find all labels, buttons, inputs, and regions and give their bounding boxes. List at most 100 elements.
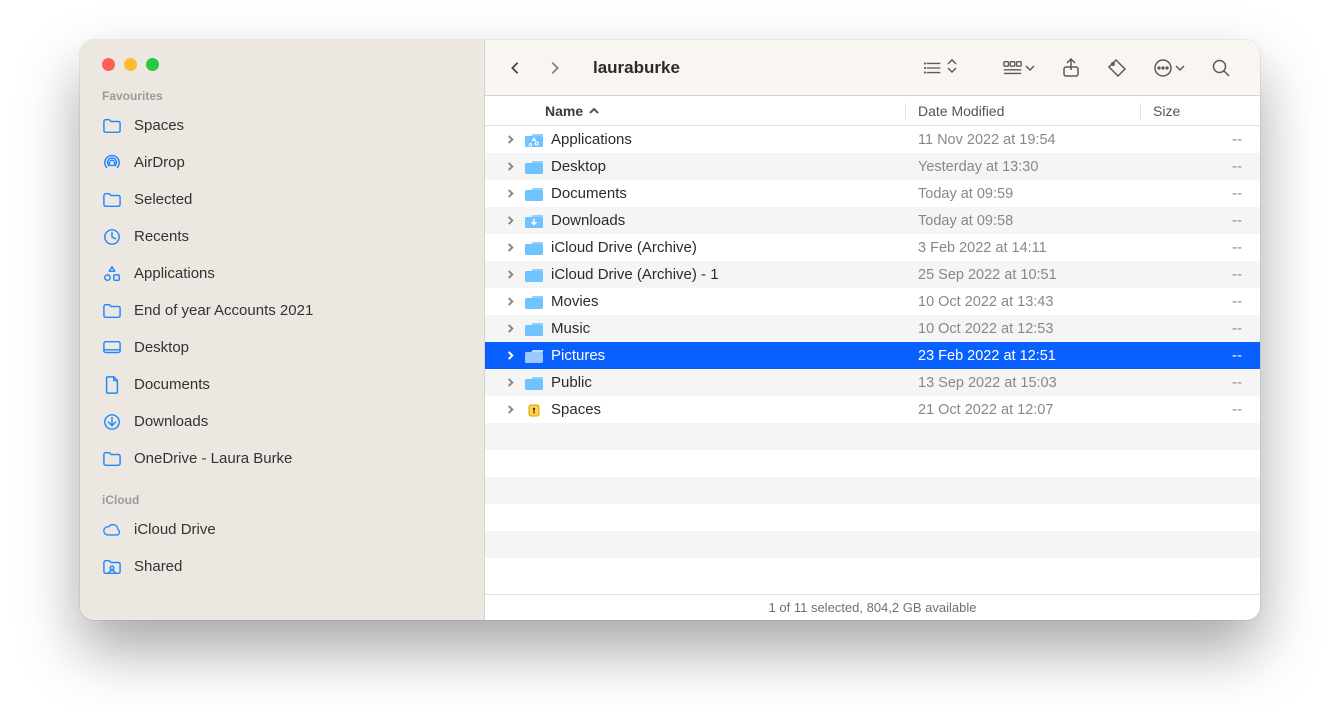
empty-row xyxy=(485,450,1260,477)
share-button[interactable] xyxy=(1052,52,1090,84)
file-date-modified: Today at 09:58 xyxy=(907,213,1142,229)
view-mode-button[interactable] xyxy=(916,52,966,84)
disclosure-triangle-icon[interactable] xyxy=(503,162,517,171)
file-date-modified: 11 Nov 2022 at 19:54 xyxy=(907,132,1142,148)
search-button[interactable] xyxy=(1202,52,1240,84)
column-size-label: Size xyxy=(1153,103,1180,119)
folder-icon xyxy=(102,302,122,320)
sidebar-item-documents[interactable]: Documents xyxy=(90,366,474,403)
main-panel: lauraburke xyxy=(485,40,1260,620)
sidebar-item-onedrive-laura-burke[interactable]: OneDrive - Laura Burke xyxy=(90,440,474,477)
sidebar-item-label: OneDrive - Laura Burke xyxy=(134,450,292,467)
folder-icon xyxy=(521,402,547,418)
folder-icon xyxy=(102,450,122,468)
file-row[interactable]: DocumentsToday at 09:59-- xyxy=(485,180,1260,207)
empty-row xyxy=(485,558,1260,585)
file-row[interactable]: Music10 Oct 2022 at 12:53-- xyxy=(485,315,1260,342)
column-header: Name Date Modified Size xyxy=(485,96,1260,126)
file-row[interactable]: Spaces21 Oct 2022 at 12:07-- xyxy=(485,396,1260,423)
sidebar-item-spaces[interactable]: Spaces xyxy=(90,107,474,144)
empty-row xyxy=(485,423,1260,450)
file-size: -- xyxy=(1142,320,1260,337)
tags-button[interactable] xyxy=(1098,52,1136,84)
sidebar-item-downloads[interactable]: Downloads xyxy=(90,403,474,440)
disclosure-triangle-icon[interactable] xyxy=(503,270,517,279)
disclosure-triangle-icon[interactable] xyxy=(503,378,517,387)
empty-row xyxy=(485,477,1260,504)
sidebar-item-label: iCloud Drive xyxy=(134,521,216,538)
column-name[interactable]: Name xyxy=(545,103,905,119)
sidebar-item-applications[interactable]: Applications xyxy=(90,255,474,292)
sidebar-item-label: Recents xyxy=(134,228,189,245)
folder-icon xyxy=(521,348,547,364)
back-button[interactable] xyxy=(499,52,531,84)
window-title: lauraburke xyxy=(593,58,680,78)
file-size: -- xyxy=(1142,212,1260,229)
file-list[interactable]: Applications11 Nov 2022 at 19:54--Deskto… xyxy=(485,126,1260,594)
sidebar-item-label: Spaces xyxy=(134,117,184,134)
sidebar-item-recents[interactable]: Recents xyxy=(90,218,474,255)
file-date-modified: 10 Oct 2022 at 12:53 xyxy=(907,321,1142,337)
sidebar-item-airdrop[interactable]: AirDrop xyxy=(90,144,474,181)
chevron-down-icon xyxy=(1175,60,1185,76)
group-by-button[interactable] xyxy=(994,52,1044,84)
forward-button[interactable] xyxy=(539,52,571,84)
file-date-modified: 10 Oct 2022 at 13:43 xyxy=(907,294,1142,310)
finder-window: Favourites Spaces AirDropSelected Recents Ap… xyxy=(80,40,1260,620)
disclosure-triangle-icon[interactable] xyxy=(503,243,517,252)
sidebar-item-desktop[interactable]: Desktop xyxy=(90,329,474,366)
apps-icon xyxy=(102,265,122,283)
download-icon xyxy=(102,413,122,431)
empty-row xyxy=(485,504,1260,531)
file-row[interactable]: DesktopYesterday at 13:30-- xyxy=(485,153,1260,180)
more-button[interactable] xyxy=(1144,52,1194,84)
empty-row xyxy=(485,531,1260,558)
sidebar-item-icloud-drive[interactable]: iCloud Drive xyxy=(90,511,474,548)
file-date-modified: 25 Sep 2022 at 10:51 xyxy=(907,267,1142,283)
file-date-modified: Yesterday at 13:30 xyxy=(907,159,1142,175)
file-date-modified: 21 Oct 2022 at 12:07 xyxy=(907,402,1142,418)
minimize-window-button[interactable] xyxy=(124,58,137,71)
file-row[interactable]: Public13 Sep 2022 at 15:03-- xyxy=(485,369,1260,396)
close-window-button[interactable] xyxy=(102,58,115,71)
sidebar-item-label: Documents xyxy=(134,376,210,393)
disclosure-triangle-icon[interactable] xyxy=(503,351,517,360)
disclosure-triangle-icon[interactable] xyxy=(503,324,517,333)
disclosure-triangle-icon[interactable] xyxy=(503,297,517,306)
file-date-modified: 3 Feb 2022 at 14:11 xyxy=(907,240,1142,256)
file-row[interactable]: DownloadsToday at 09:58-- xyxy=(485,207,1260,234)
file-size: -- xyxy=(1142,374,1260,391)
file-row[interactable]: Pictures23 Feb 2022 at 12:51-- xyxy=(485,342,1260,369)
file-name: Applications xyxy=(547,131,907,148)
window-controls xyxy=(80,40,484,81)
file-row[interactable]: Movies10 Oct 2022 at 13:43-- xyxy=(485,288,1260,315)
column-date-label: Date Modified xyxy=(918,103,1004,119)
zoom-window-button[interactable] xyxy=(146,58,159,71)
sidebar-section-title: Favourites xyxy=(80,81,484,107)
disclosure-triangle-icon[interactable] xyxy=(503,189,517,198)
file-name: Spaces xyxy=(547,401,907,418)
sidebar-item-selected[interactable]: Selected xyxy=(90,181,474,218)
toolbar: lauraburke xyxy=(485,40,1260,96)
file-date-modified: Today at 09:59 xyxy=(907,186,1142,202)
disclosure-triangle-icon[interactable] xyxy=(503,135,517,144)
disclosure-triangle-icon[interactable] xyxy=(503,405,517,414)
column-size[interactable]: Size xyxy=(1140,103,1260,119)
sidebar-item-shared[interactable]: Shared xyxy=(90,548,474,585)
file-size: -- xyxy=(1142,158,1260,175)
desktop-icon xyxy=(102,339,122,357)
sidebar: Favourites Spaces AirDropSelected Recents Ap… xyxy=(80,40,485,620)
file-row[interactable]: iCloud Drive (Archive)3 Feb 2022 at 14:1… xyxy=(485,234,1260,261)
disclosure-triangle-icon[interactable] xyxy=(503,216,517,225)
sidebar-item-label: Shared xyxy=(134,558,182,575)
sidebar-item-label: Desktop xyxy=(134,339,189,356)
sidebar-item-label: End of year Accounts 2021 xyxy=(134,302,313,319)
sidebar-item-end-of-year-accounts-2021[interactable]: End of year Accounts 2021 xyxy=(90,292,474,329)
column-date-modified[interactable]: Date Modified xyxy=(905,103,1140,119)
folder-icon xyxy=(521,240,547,256)
file-row[interactable]: Applications11 Nov 2022 at 19:54-- xyxy=(485,126,1260,153)
file-row[interactable]: iCloud Drive (Archive) - 125 Sep 2022 at… xyxy=(485,261,1260,288)
file-size: -- xyxy=(1142,131,1260,148)
status-text: 1 of 11 selected, 804,2 GB available xyxy=(769,600,977,615)
folder-icon xyxy=(521,375,547,391)
